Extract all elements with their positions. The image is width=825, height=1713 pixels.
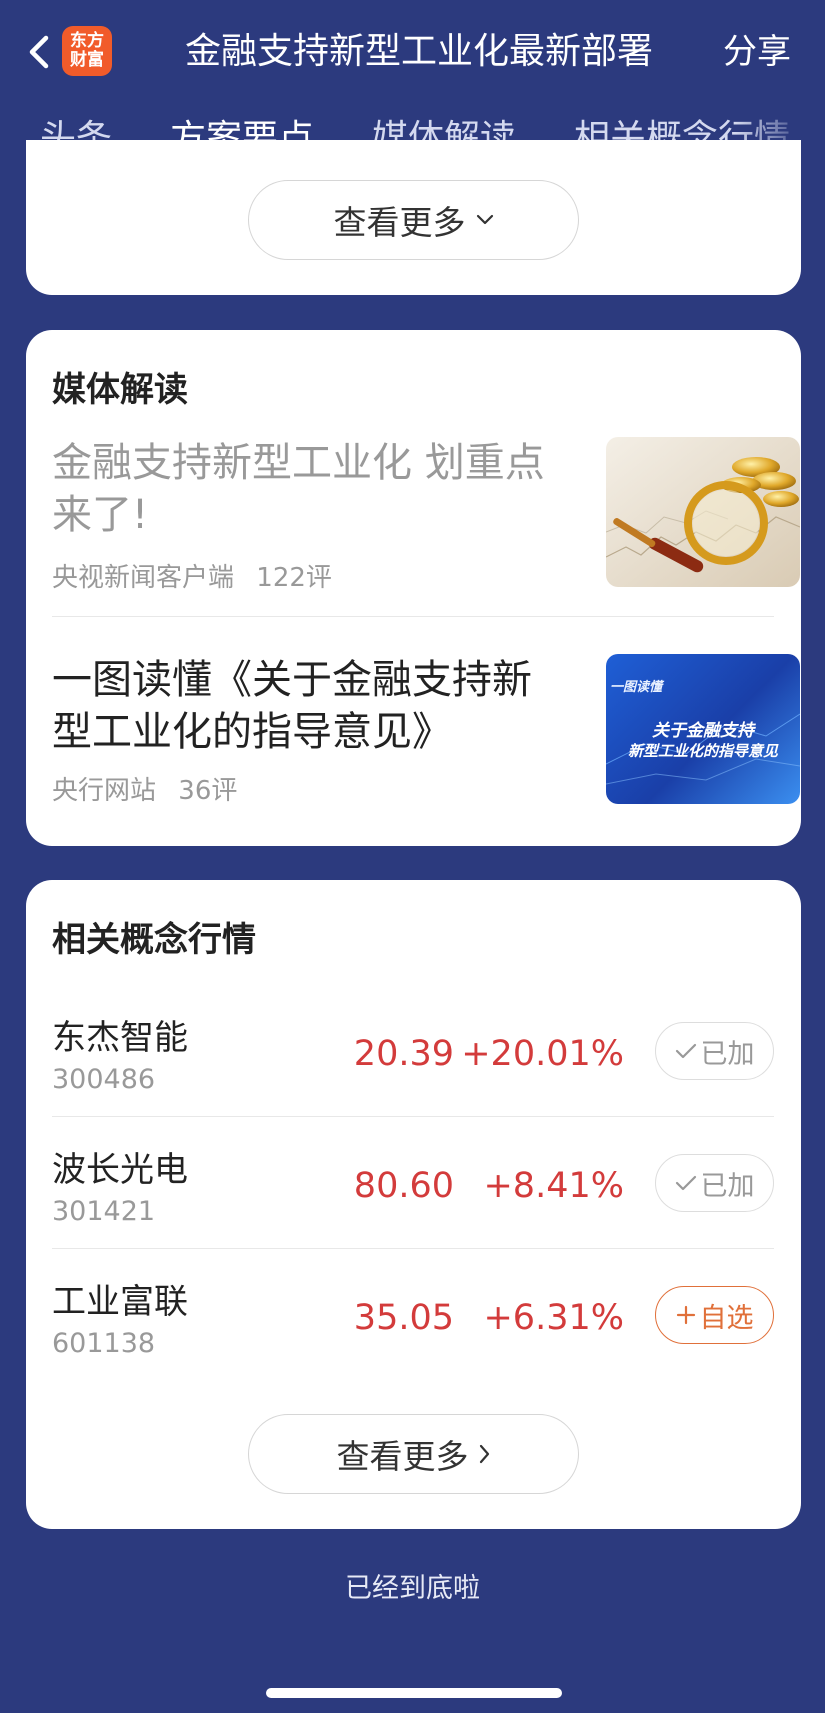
stock-price: 80.60 <box>353 1166 454 1206</box>
stock-price: 20.39 <box>353 1034 454 1074</box>
stock-name: 波长光电 <box>52 1150 188 1190</box>
article-thumbnail <box>606 437 800 587</box>
article-meta: 央行网站 36评 <box>52 770 237 807</box>
watchlist-added-button[interactable]: 已加 <box>655 1022 774 1080</box>
thumb-tag: 一图读懂 <box>610 680 663 695</box>
article-item[interactable]: 金融支持新型工业化 划重点来了! 央视新闻客户端 122评 <box>52 437 800 593</box>
plan-see-more-button[interactable]: 查看更多 <box>248 180 579 260</box>
article-title: 金融支持新型工业化 划重点来了! <box>52 440 545 538</box>
watchlist-label: 已加 <box>700 1038 755 1070</box>
concept-see-more-label: 查看更多 <box>336 1437 469 1476</box>
thumb-line2: 新型工业化的指导意见 <box>627 742 778 760</box>
article-divider <box>52 616 774 617</box>
thumb-line1: 关于金融支持 <box>652 721 754 741</box>
stock-change: +8.41% <box>483 1166 624 1206</box>
plan-highlights-card: 查看更多 <box>26 140 801 295</box>
article-item[interactable]: 一图读懂《关于金融支持新型工业化的指导意见》 央行网站 36评 一图读懂 关于金… <box>52 654 800 807</box>
watchlist-label: 已加 <box>700 1170 755 1202</box>
article-thumbnail: 一图读懂 关于金融支持 新型工业化的指导意见 <box>606 654 800 804</box>
media-interpretation-card: 媒体解读 金融支持新型工业化 划重点来了! 央视新闻客户端 122评 一图读懂《… <box>26 330 801 846</box>
stock-row[interactable]: 东杰智能 300486 20.39 +20.01% 已加 <box>52 992 774 1124</box>
stock-code: 601138 <box>52 1328 156 1359</box>
back-arrow-icon <box>29 35 49 69</box>
stock-row[interactable]: 工业富联 601138 35.05 +6.31% 自选 <box>52 1256 774 1388</box>
checkmark-icon <box>675 1043 696 1059</box>
concept-see-more-button[interactable]: 查看更多 <box>248 1414 579 1494</box>
plan-see-more-label: 查看更多 <box>333 203 466 242</box>
logo-text-line2: 财富 <box>70 50 104 70</box>
stock-divider <box>52 1116 774 1117</box>
plus-icon <box>676 1305 695 1325</box>
article-comments: 36评 <box>178 776 238 806</box>
watchlist-label: 自选 <box>699 1302 754 1334</box>
article-meta: 央视新闻客户端 122评 <box>52 557 332 594</box>
nav-bar: 东方 财富 金融支持新型工业化最新部署 分享 <box>0 0 825 106</box>
stock-row[interactable]: 波长光电 301421 80.60 +8.41% 已加 <box>52 1124 774 1256</box>
chevron-down-icon <box>476 214 493 225</box>
concept-section-title: 相关概念行情 <box>52 920 256 960</box>
stock-code: 301421 <box>52 1196 156 1227</box>
add-to-watchlist-button[interactable]: 自选 <box>655 1286 774 1344</box>
page-title: 金融支持新型工业化最新部署 <box>185 31 654 72</box>
stock-change: +6.31% <box>483 1298 624 1338</box>
media-section-title: 媒体解读 <box>52 370 188 410</box>
article-comments: 122评 <box>256 563 332 593</box>
stock-divider <box>52 1248 774 1249</box>
stock-change: +20.01% <box>461 1034 624 1074</box>
article-source: 央行网站 <box>52 776 157 806</box>
home-indicator[interactable] <box>266 1688 562 1698</box>
end-of-list-note: 已经到底啦 <box>345 1573 480 1604</box>
stock-name: 东杰智能 <box>52 1018 188 1058</box>
related-concepts-card: 相关概念行情 东杰智能 300486 20.39 +20.01% 已加 波长光电… <box>26 880 801 1529</box>
stock-name: 工业富联 <box>52 1282 188 1322</box>
back-button[interactable] <box>22 30 62 74</box>
watchlist-added-button[interactable]: 已加 <box>655 1154 774 1212</box>
checkmark-icon <box>675 1175 696 1191</box>
stock-price: 35.05 <box>353 1298 454 1338</box>
app-logo: 东方 财富 <box>62 26 112 76</box>
chevron-right-icon <box>479 1444 489 1464</box>
logo-text-line1: 东方 <box>70 31 104 51</box>
stock-code: 300486 <box>52 1064 156 1095</box>
share-button[interactable]: 分享 <box>723 30 791 74</box>
article-source: 央视新闻客户端 <box>52 563 235 593</box>
article-title: 一图读懂《关于金融支持新型工业化的指导意见》 <box>52 657 532 755</box>
gold-coins-magnifier-image <box>606 437 800 587</box>
